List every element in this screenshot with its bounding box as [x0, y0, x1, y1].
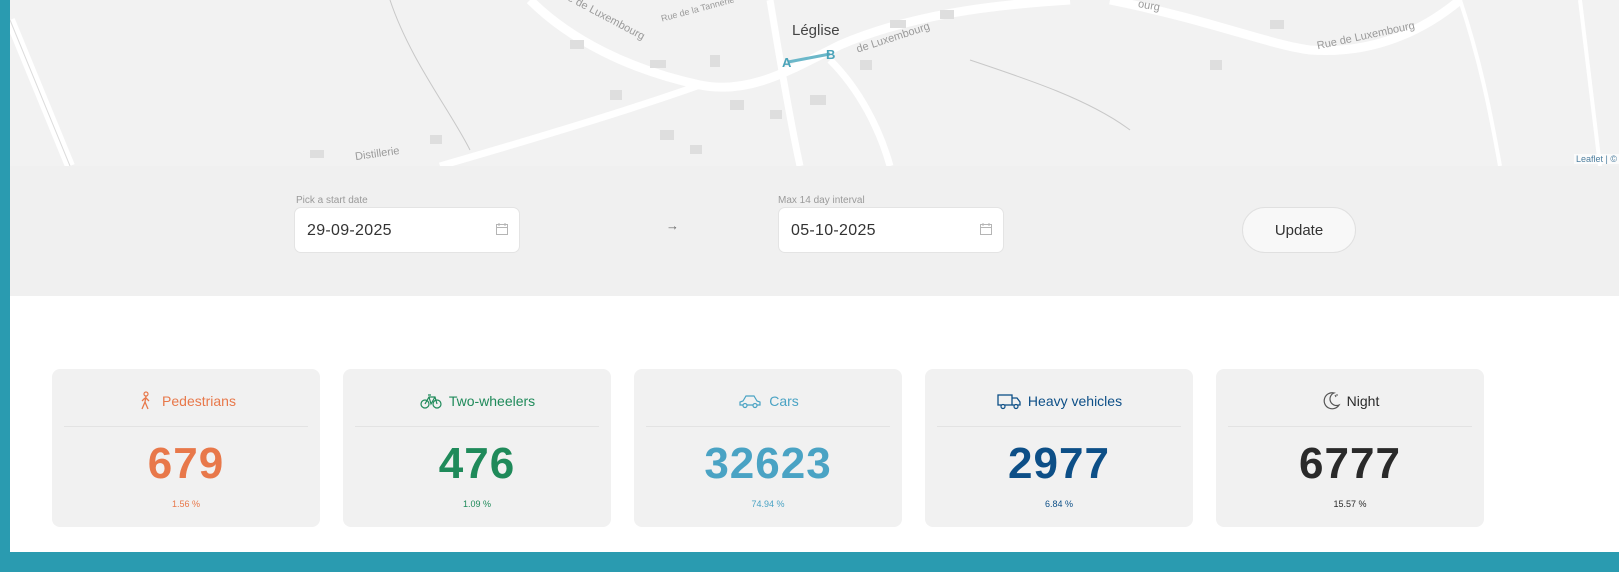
card-label: Two-wheelers — [448, 393, 536, 409]
card-percentage: 74.94 % — [751, 499, 785, 509]
stat-card-two-wheelers: Two-wheelers 476 1.09 % — [343, 369, 611, 527]
car-icon — [739, 395, 761, 409]
end-date-caption: Max 14 day interval — [778, 195, 865, 206]
pedestrian-icon — [141, 391, 150, 410]
map-attribution[interactable]: Leaflet | © — [1574, 154, 1619, 164]
end-date-value: 05-10-2025 — [791, 222, 876, 239]
arrow-right-icon: → — [666, 218, 679, 233]
card-percentage: 1.56 % — [171, 499, 201, 509]
truck-icon — [997, 394, 1021, 410]
card-count: 679 — [147, 439, 225, 488]
map[interactable]: Rue de Luxembourg Rue de la Tannerie de … — [10, 0, 1619, 166]
calendar-icon[interactable] — [979, 222, 993, 236]
card-label: Cars — [769, 393, 799, 409]
card-label: Heavy vehicles — [1027, 393, 1123, 409]
app-frame: Rue de Luxembourg Rue de la Tannerie de … — [10, 0, 1619, 552]
route-marker-a[interactable]: A — [782, 55, 791, 70]
card-percentage: 15.57 % — [1333, 499, 1367, 509]
night-icon — [1323, 392, 1341, 410]
card-count: 476 — [438, 439, 516, 488]
end-date-input[interactable]: 05-10-2025 — [778, 207, 1004, 253]
town-label: Léglise — [792, 22, 840, 39]
stat-card-cars: Cars 32623 74.94 % — [634, 369, 902, 527]
bicycle-icon — [420, 394, 442, 409]
stat-card-heavy-vehicles: Heavy vehicles 2977 6.84 % — [925, 369, 1193, 527]
stat-card-night: Night 6777 15.57 % — [1216, 369, 1484, 527]
card-count: 6777 — [1299, 439, 1401, 488]
start-date-value: 29-09-2025 — [307, 222, 392, 239]
divider — [937, 426, 1181, 427]
start-date-caption: Pick a start date — [296, 195, 368, 206]
divider — [355, 426, 599, 427]
date-controls: Pick a start date 29-09-2025 → Max 14 da… — [10, 166, 1619, 296]
start-date-input[interactable]: 29-09-2025 — [294, 207, 520, 253]
stat-card-pedestrians: Pedestrians 679 1.56 % — [52, 369, 320, 527]
card-count: 2977 — [1008, 439, 1110, 488]
card-label: Pedestrians — [162, 393, 236, 409]
card-percentage: 1.09 % — [462, 499, 492, 509]
update-button[interactable]: Update — [1242, 207, 1356, 253]
card-count: 32623 — [704, 439, 832, 488]
calendar-icon[interactable] — [495, 222, 509, 236]
divider — [1228, 426, 1472, 427]
divider — [646, 426, 890, 427]
route-marker-b[interactable]: B — [826, 47, 835, 62]
card-percentage: 6.84 % — [1044, 499, 1074, 509]
divider — [64, 426, 308, 427]
card-label: Night — [1346, 393, 1380, 409]
